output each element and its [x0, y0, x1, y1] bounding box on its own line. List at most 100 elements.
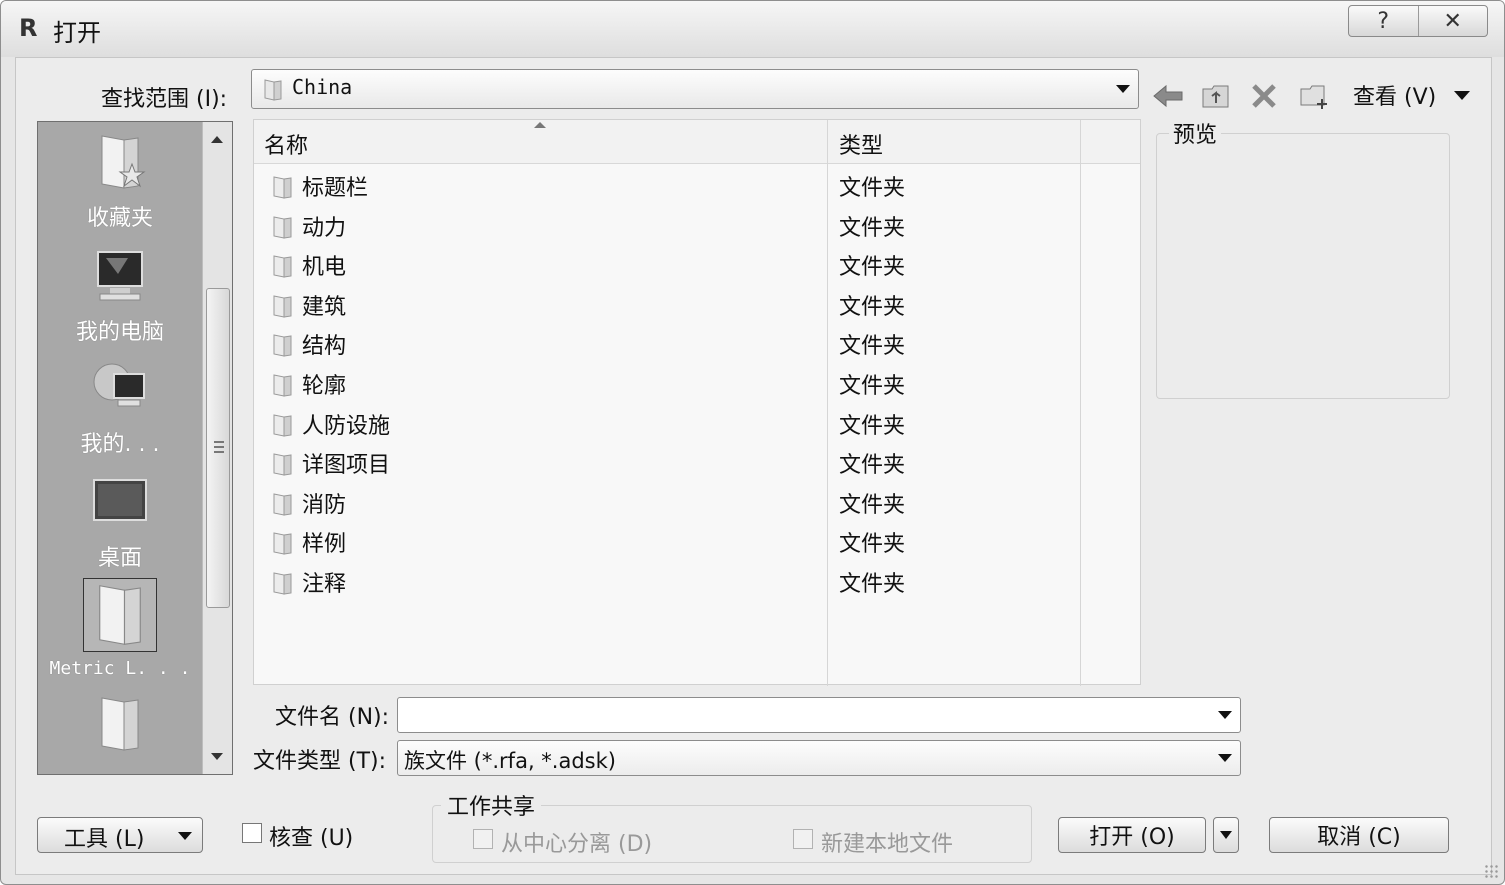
folder-icon: [270, 332, 296, 362]
file-name-cell: 机电: [302, 255, 347, 281]
places-scrollbar[interactable]: [202, 122, 232, 774]
scroll-down-arrow-icon[interactable]: [211, 753, 223, 760]
create-local-label: 新建本地文件: [821, 832, 954, 857]
place-folder[interactable]: [38, 692, 202, 756]
desktop-icon: [88, 470, 152, 534]
up-folder-icon[interactable]: [1199, 79, 1233, 113]
file-name-cell: 轮廓: [302, 374, 347, 399]
folder-icon: [270, 253, 296, 283]
table-row[interactable]: 人防设施 文件夹: [254, 404, 1140, 443]
chevron-down-icon[interactable]: [1218, 711, 1232, 719]
file-type-cell: 文件夹: [839, 334, 906, 360]
file-name-input[interactable]: [397, 697, 1241, 733]
file-name-cell: 消防: [302, 492, 347, 518]
folder-icon: [270, 372, 296, 402]
chevron-down-icon: [178, 832, 192, 840]
delete-icon[interactable]: [1247, 79, 1281, 113]
file-name-label: 文件名 (N):: [275, 705, 390, 730]
chevron-down-icon: [1218, 754, 1232, 762]
cancel-button[interactable]: 取消 (C): [1269, 817, 1449, 853]
file-list: 名称 类型 标题栏 文件夹 动力 文件夹 机电 文件夹 建筑 文件夹 结构 文件夹 轮廓 文件夹 人防设…: [253, 119, 1141, 686]
folder-icon: [270, 530, 296, 560]
place-label: 我的电脑: [75, 320, 164, 345]
look-in-dropdown[interactable]: China: [251, 69, 1139, 109]
view-menu-button[interactable]: 查看 (V): [1353, 79, 1436, 111]
file-type-cell: 文件夹: [839, 413, 906, 439]
file-type-dropdown[interactable]: 族文件 (*.rfa, *.adsk): [397, 740, 1241, 776]
table-row[interactable]: 样例 文件夹: [254, 522, 1140, 561]
place-metric-library[interactable]: Metric L. . .: [38, 578, 202, 679]
folder-icon: [270, 570, 296, 600]
detach-from-central-checkbox[interactable]: [473, 829, 493, 849]
file-type-cell: 文件夹: [839, 374, 906, 399]
favorites-icon: [88, 130, 152, 194]
tools-button[interactable]: 工具 (L): [37, 817, 203, 853]
file-type-label: 文件类型 (T):: [253, 749, 387, 774]
file-list-header: 名称 类型: [254, 120, 1140, 164]
scroll-up-arrow-icon[interactable]: [211, 136, 223, 143]
folder-icon: [83, 578, 157, 652]
window-title: 打开: [53, 19, 101, 47]
file-name-cell: 结构: [302, 334, 347, 360]
file-type-cell: 文件夹: [839, 215, 906, 241]
revit-logo-icon: R: [19, 14, 38, 42]
back-icon[interactable]: [1151, 79, 1185, 113]
scroll-thumb[interactable]: [206, 288, 230, 608]
new-folder-icon[interactable]: [1297, 79, 1331, 113]
file-type-cell: 文件夹: [839, 492, 906, 518]
place-favorites[interactable]: 收藏夹: [38, 130, 202, 232]
table-row[interactable]: 机电 文件夹: [254, 245, 1140, 284]
file-type-cell: 文件夹: [839, 572, 906, 597]
file-type-cell: 文件夹: [839, 176, 906, 201]
look-in-value: China: [292, 75, 353, 99]
detach-from-central-label: 从中心分离 (D): [501, 832, 653, 857]
file-type-cell: 文件夹: [839, 294, 906, 320]
create-local-checkbox[interactable]: [793, 829, 813, 849]
place-label: 收藏夹: [86, 206, 153, 231]
place-my-computer[interactable]: 我的电脑: [38, 244, 202, 346]
open-options-button[interactable]: [1213, 817, 1239, 853]
grip-icon: [214, 441, 224, 453]
column-header-type[interactable]: 类型: [839, 128, 883, 160]
file-name-cell: 人防设施: [302, 413, 391, 439]
column-header-name[interactable]: 名称: [264, 128, 308, 160]
folder-icon: [270, 412, 296, 442]
help-button[interactable]: ?: [1349, 6, 1418, 36]
file-name-cell: 动力: [302, 215, 347, 241]
table-row[interactable]: 标题栏 文件夹: [254, 166, 1140, 205]
table-row[interactable]: 详图项目 文件夹: [254, 443, 1140, 482]
table-row[interactable]: 轮廓 文件夹: [254, 364, 1140, 403]
place-desktop[interactable]: 桌面: [38, 470, 202, 572]
tools-label: 工具 (L): [64, 827, 145, 852]
file-name-cell: 详图项目: [302, 453, 391, 479]
network-icon: [88, 356, 152, 420]
view-chevron-down-icon[interactable]: [1454, 91, 1470, 100]
place-label: 我的. . .: [80, 432, 160, 457]
sort-ascending-icon: [534, 122, 546, 128]
resize-grip-icon[interactable]: [1484, 864, 1498, 878]
table-row[interactable]: 注释 文件夹: [254, 562, 1140, 601]
table-row[interactable]: 动力 文件夹: [254, 206, 1140, 245]
file-name-cell: 注释: [302, 572, 347, 597]
close-button[interactable]: ✕: [1417, 6, 1488, 36]
file-type-cell: 文件夹: [839, 255, 906, 281]
title-bar: R 打开 ? ✕: [1, 1, 1504, 57]
table-row[interactable]: 结构 文件夹: [254, 324, 1140, 363]
folder-icon: [270, 491, 296, 521]
folder-icon: [262, 78, 284, 106]
table-row[interactable]: 消防 文件夹: [254, 483, 1140, 522]
folder-icon: [270, 174, 296, 204]
open-button[interactable]: 打开 (O): [1058, 817, 1206, 853]
chevron-down-icon: [1116, 85, 1130, 93]
folder-icon: [88, 692, 152, 756]
chevron-down-icon: [1220, 831, 1232, 839]
place-label: 桌面: [97, 546, 142, 571]
open-dialog: R 打开 ? ✕ 查找范围 (I): China 查看 (V) 收藏夹 我的电脑…: [0, 0, 1505, 885]
folder-icon: [270, 293, 296, 323]
file-name-cell: 建筑: [302, 294, 347, 320]
table-row[interactable]: 建筑 文件夹: [254, 285, 1140, 324]
place-network[interactable]: 我的. . .: [38, 356, 202, 458]
places-bar: 收藏夹 我的电脑 我的. . . 桌面 Metric L. . .: [37, 121, 233, 775]
file-type-value: 族文件 (*.rfa, *.adsk): [404, 749, 616, 773]
audit-checkbox[interactable]: [242, 823, 262, 843]
